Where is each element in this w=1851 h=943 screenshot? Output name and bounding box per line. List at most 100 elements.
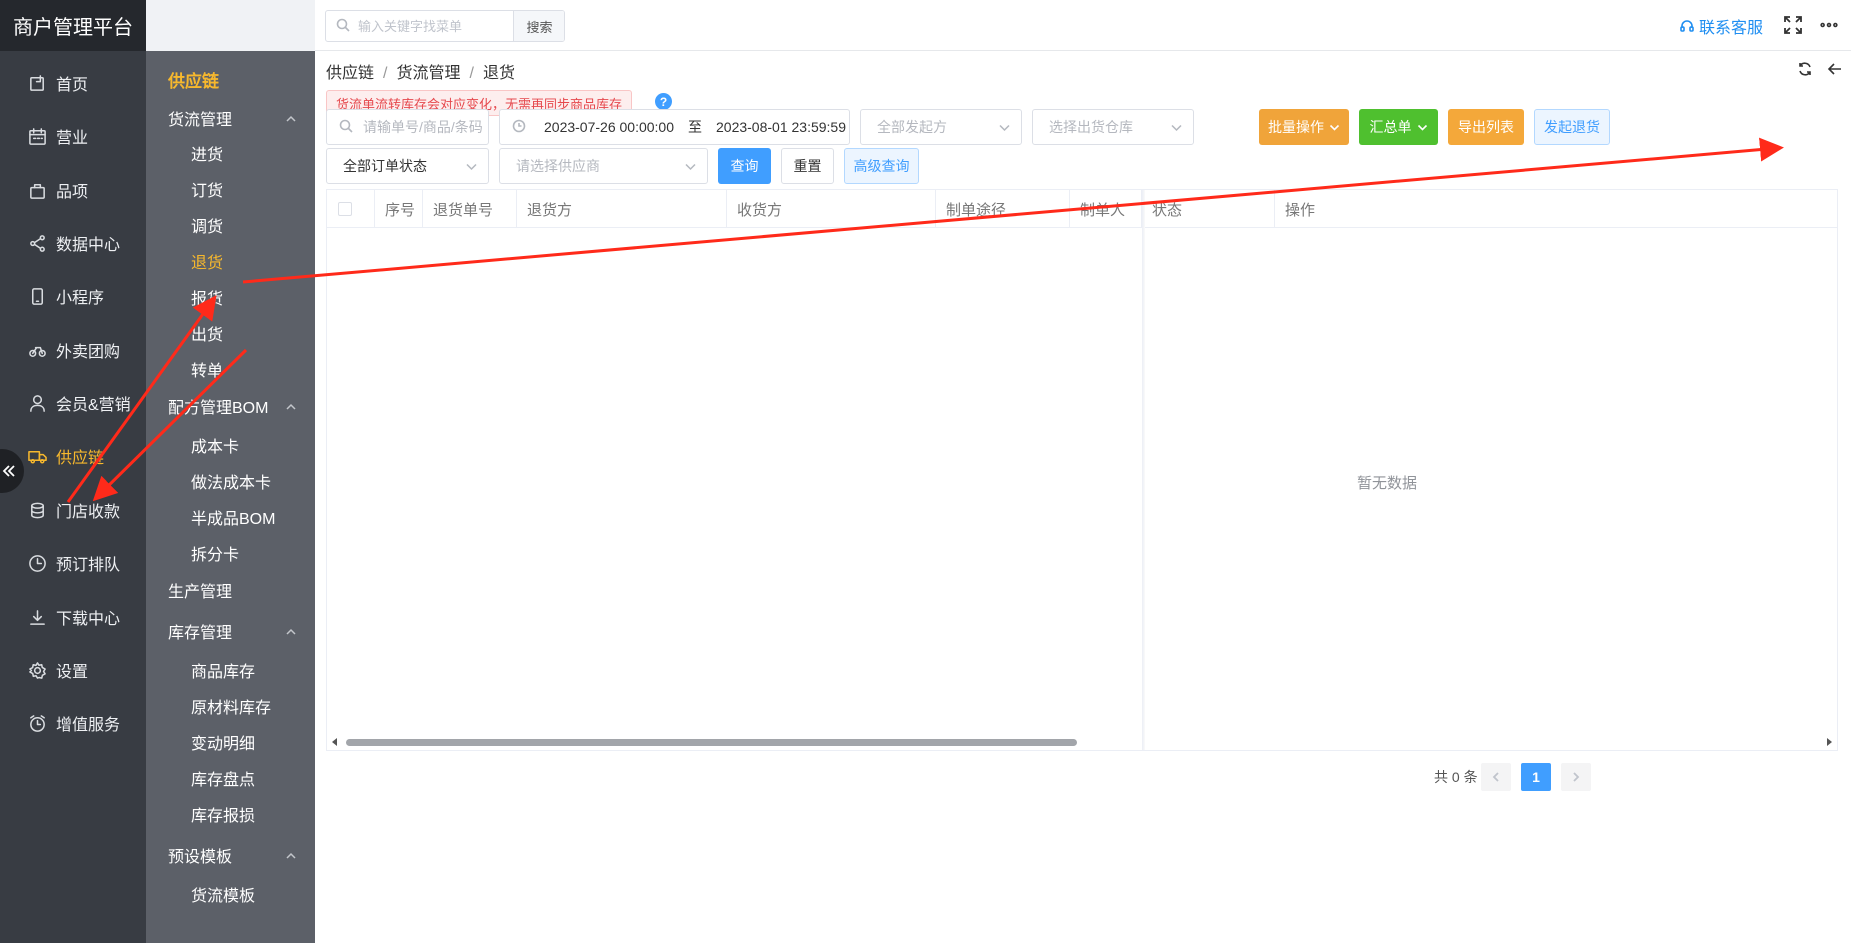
back-arrow-icon[interactable]: [1827, 61, 1843, 77]
headset-icon: [1680, 20, 1694, 32]
order-status-select[interactable]: 全部订单状态: [326, 148, 489, 184]
nav-item-label: 下载中心: [56, 611, 121, 628]
reset-button[interactable]: 重置: [781, 148, 834, 184]
nav-item-reservation[interactable]: 预订排队: [0, 543, 146, 583]
submenu-group-preset[interactable]: 预设模板: [146, 841, 315, 869]
calendar-icon: [26, 125, 48, 147]
nav-item-label: 会员&营销: [56, 397, 131, 414]
more-icon[interactable]: [1819, 15, 1841, 35]
submenu-item-method-cost-card[interactable]: 做法成本卡: [146, 467, 315, 495]
initiator-placeholder: 全部发起方: [877, 119, 947, 135]
nav-item-label: 增值服务: [56, 717, 121, 734]
submenu-group-goods-flow[interactable]: 货流管理: [146, 104, 315, 132]
bike-icon: [26, 339, 48, 361]
batch-operation-button[interactable]: 批量操作: [1259, 109, 1349, 145]
select-all-checkbox[interactable]: [338, 202, 352, 216]
warehouse-select[interactable]: 选择出货仓库: [1032, 109, 1194, 145]
submenu-item-report[interactable]: 报货: [146, 283, 315, 311]
submenu-item-transfer[interactable]: 调货: [146, 211, 315, 239]
horizontal-scrollbar[interactable]: [327, 734, 1142, 750]
next-page-button[interactable]: [1561, 763, 1591, 791]
menu-search-button[interactable]: 搜索: [513, 11, 564, 41]
breadcrumb-item: 退货: [482, 65, 515, 82]
nav-item-delivery[interactable]: 外卖团购: [0, 330, 146, 370]
submenu-item-dispatch[interactable]: 出货: [146, 319, 315, 347]
submenu-item-semi-bom[interactable]: 半成品BOM: [146, 503, 315, 531]
nav-item-label: 外卖团购: [56, 344, 121, 361]
returns-table: 序号 退货单号 退货方 收货方 制单途径 制单人 状态 操作 暂无数据: [326, 189, 1838, 751]
fullscreen-icon[interactable]: [1783, 15, 1803, 35]
nav-item-mini-program[interactable]: 小程序: [0, 276, 146, 316]
submenu-item-loss-report[interactable]: 库存报损: [146, 800, 315, 828]
initiator-select[interactable]: 全部发起方: [860, 109, 1022, 145]
column-header: 退货方: [517, 190, 727, 228]
submenu-group-inventory[interactable]: 库存管理: [146, 617, 315, 645]
submenu-item-change-detail[interactable]: 变动明细: [146, 728, 315, 756]
nav-item-home[interactable]: 首页: [0, 63, 146, 103]
submenu-item-stocktake[interactable]: 库存盘点: [146, 764, 315, 792]
refresh-icon[interactable]: [1797, 61, 1813, 77]
contact-support-link[interactable]: 联系客服: [1679, 14, 1763, 38]
fixed-column-divider: [1142, 190, 1145, 750]
app-title: 商户管理平台: [0, 0, 146, 51]
nav-item-label: 首页: [56, 77, 89, 94]
breadcrumb-item[interactable]: 供应链: [326, 65, 374, 82]
export-list-button[interactable]: 导出列表: [1448, 109, 1524, 145]
primary-nav: 商户管理平台 首页 营业 品项 数据中心 小程序 外卖团购 会员&营销 供应链 …: [0, 0, 146, 943]
supplier-select[interactable]: 请选择供应商: [499, 148, 708, 184]
nav-item-value-added[interactable]: 增值服务: [0, 703, 146, 743]
top-bar: 搜索 联系客服: [315, 0, 1851, 51]
select-all-cell: [327, 190, 375, 228]
submenu-item-ordering[interactable]: 订货: [146, 175, 315, 203]
download-icon: [26, 606, 48, 628]
nav-item-downloads[interactable]: 下载中心: [0, 597, 146, 637]
nav-item-label: 数据中心: [56, 237, 121, 254]
date-end: 2023-08-01 23:59:59: [716, 119, 846, 135]
submenu-item-stock-in[interactable]: 进货: [146, 139, 315, 167]
nav-item-products[interactable]: 品项: [0, 170, 146, 210]
chevron-down-icon: [684, 160, 697, 173]
breadcrumb-item[interactable]: 货流管理: [396, 65, 460, 82]
nav-item-label: 设置: [56, 664, 89, 681]
submenu-item-return[interactable]: 退货: [146, 247, 315, 275]
scroll-left-icon[interactable]: [332, 738, 337, 746]
scrollbar-thumb[interactable]: [346, 739, 1077, 746]
clock-icon: [512, 119, 528, 135]
submenu-item-convert-order[interactable]: 转单: [146, 355, 315, 383]
scroll-right-icon[interactable]: [1827, 738, 1832, 746]
search-icon: [339, 119, 355, 135]
page-number-current[interactable]: 1: [1521, 763, 1551, 791]
help-icon[interactable]: ?: [655, 93, 672, 110]
secondary-menu: 供应链 货流管理 进货 订货 调货 退货 报货 出货 转单 配方管理BOM 成本…: [146, 51, 315, 943]
coins-icon: [26, 499, 48, 521]
advanced-query-button[interactable]: 高级查询: [844, 148, 919, 184]
column-header: 退货单号: [423, 190, 517, 228]
submenu-item-split-card[interactable]: 拆分卡: [146, 539, 315, 567]
summary-button[interactable]: 汇总单: [1359, 109, 1438, 145]
nav-item-label: 供应链: [56, 450, 105, 467]
home-icon: [26, 72, 48, 94]
nav-item-business[interactable]: 营业: [0, 116, 146, 156]
column-header: 制单人: [1070, 190, 1142, 228]
prev-page-button[interactable]: [1481, 763, 1511, 791]
submenu-group-bom[interactable]: 配方管理BOM: [146, 392, 315, 420]
nav-item-label: 品项: [56, 184, 89, 201]
order-search-field[interactable]: 请输单号/商品/条码: [326, 109, 489, 145]
chevron-left-icon: [1492, 772, 1499, 782]
nav-item-member-marketing[interactable]: 会员&营销: [0, 383, 146, 423]
date-range-picker[interactable]: 2023-07-26 00:00:00 至 2023-08-01 23:59:5…: [499, 109, 850, 145]
initiate-return-button[interactable]: 发起退货: [1534, 109, 1610, 145]
query-button[interactable]: 查询: [718, 148, 771, 184]
nav-item-store-payment[interactable]: 门店收款: [0, 490, 146, 530]
submenu-item-product-stock[interactable]: 商品库存: [146, 656, 315, 684]
submenu-item-material-stock[interactable]: 原材料库存: [146, 692, 315, 720]
nav-item-data-center[interactable]: 数据中心: [0, 223, 146, 263]
nav-item-settings[interactable]: 设置: [0, 650, 146, 690]
submenu-item-cost-card[interactable]: 成本卡: [146, 431, 315, 459]
submenu-item-flow-template[interactable]: 货流模板: [146, 880, 315, 908]
breadcrumb: 供应链 / 货流管理 / 退货: [326, 65, 515, 82]
date-separator: 至: [688, 119, 702, 135]
submenu-title: 供应链: [168, 71, 219, 91]
column-header: 状态: [1142, 190, 1275, 228]
submenu-group-production[interactable]: 生产管理: [146, 576, 315, 604]
